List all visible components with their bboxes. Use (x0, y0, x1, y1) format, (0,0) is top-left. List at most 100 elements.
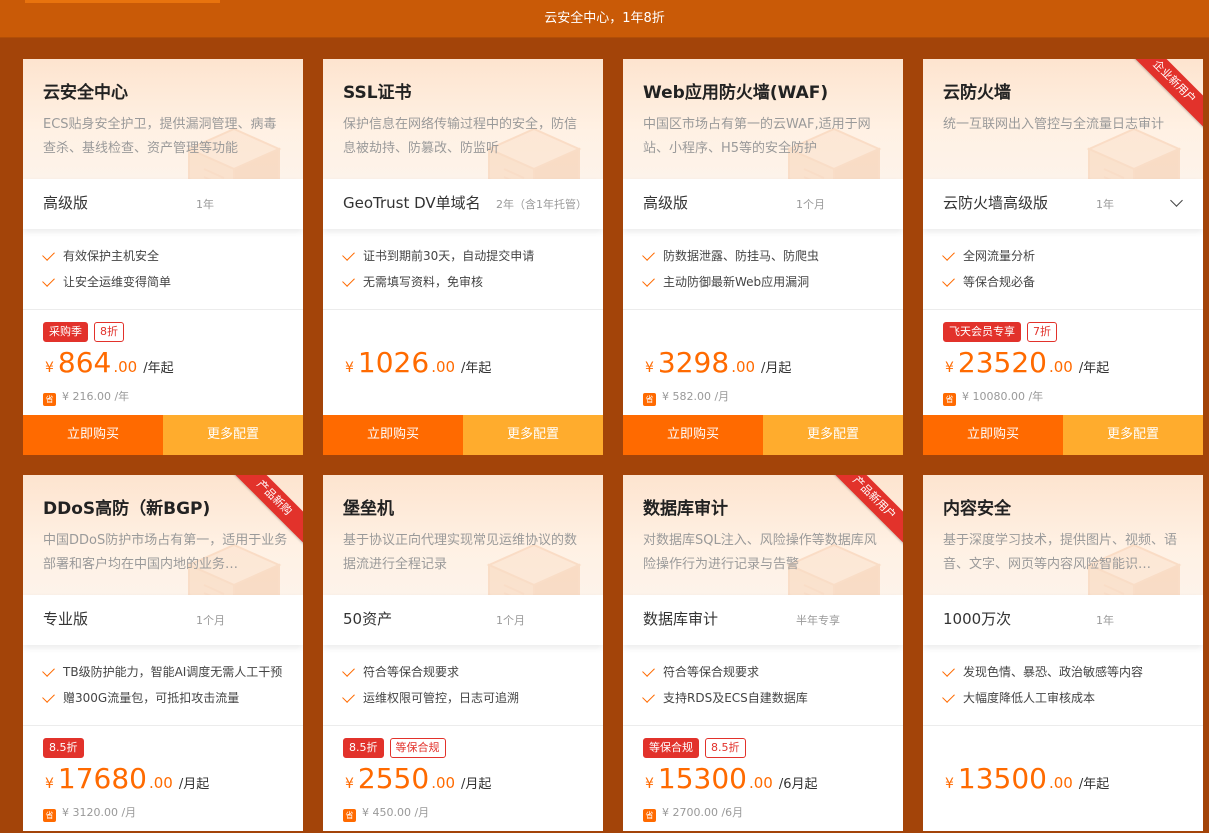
savings: 省 ¥ 582.00 /月 (643, 388, 729, 406)
spec-selector[interactable]: 50资产 1个月 (323, 595, 603, 645)
feature-text: TB级防护能力，智能AI调度无需人工干预 (63, 665, 283, 679)
spec-selector[interactable]: 专业版 1个月 (23, 595, 303, 645)
product-card: DDoS高防（新BGP) 中国DDoS防护市场占有第一，适用于业务部署和客户均在中… (23, 475, 303, 831)
spec-selector[interactable]: 1000万次 1年 (923, 595, 1203, 645)
spec-duration: 1年 (1096, 614, 1114, 627)
check-icon (342, 690, 355, 703)
promo-tag: 等保合规 (389, 738, 446, 758)
card-title[interactable]: 内容安全 (943, 494, 1011, 519)
feature-text: 证书到期前30天，自动提交申请 (363, 249, 535, 263)
feature-item: TB级防护能力，智能AI调度无需人工干预 (23, 663, 303, 689)
currency-symbol: ¥ (345, 360, 354, 376)
card-title[interactable]: 云防火墙 (943, 78, 1011, 103)
promo-tag: 采购季 (43, 322, 88, 342)
currency-symbol: ¥ (645, 360, 654, 376)
card-header: SSL证书 保护信息在网络传输过程中的安全，防信息被劫持、防篡改、防监听 (323, 59, 603, 179)
feature-item: 证书到期前30天，自动提交申请 (323, 247, 603, 273)
savings: 省 ¥ 216.00 /年 (43, 388, 129, 406)
card-title[interactable]: SSL证书 (343, 78, 412, 103)
feature-item: 防数据泄露、防挂马、防爬虫 (623, 247, 903, 273)
feature-list: 符合等保合规要求 支持RDS及ECS自建数据库 (623, 645, 903, 726)
buy-now-button[interactable]: 立即购买 (23, 415, 163, 455)
spec-selector[interactable]: 云防火墙高级版 1年 (923, 179, 1203, 229)
feature-item: 支持RDS及ECS自建数据库 (623, 689, 903, 715)
feature-text: 无需填写资料，免审核 (363, 275, 484, 289)
feature-text: 让安全运维变得简单 (63, 275, 172, 289)
price-unit: /6月起 (778, 777, 818, 792)
feature-item: 运维权限可管控，日志可追溯 (323, 689, 603, 715)
check-icon (42, 664, 55, 677)
savings: 省 ¥ 10080.00 /年 (943, 388, 1043, 406)
product-card: 内容安全 基于深度学习技术，提供图片、视频、语音、文字、网页等内容风险智能识… 10… (923, 475, 1203, 831)
currency-symbol: ¥ (645, 776, 654, 792)
feature-list: TB级防护能力，智能AI调度无需人工干预 赠300G流量包，可抵扣攻击流量 (23, 645, 303, 726)
buy-now-button[interactable]: 立即购买 (623, 415, 763, 455)
spec-selector[interactable]: 高级版 1个月 (623, 179, 903, 229)
buy-now-button[interactable]: 立即购买 (923, 415, 1063, 455)
card-title[interactable]: 数据库审计 (643, 494, 728, 519)
price-unit: /年起 (1078, 777, 1110, 792)
savings: 省 ¥ 2700.00 /6月 (643, 804, 743, 822)
feature-item: 让安全运维变得简单 (23, 273, 303, 299)
spec-name: 高级版 (43, 194, 89, 212)
feature-item: 有效保护主机安全 (23, 247, 303, 273)
chevron-down-icon[interactable] (1170, 194, 1183, 207)
promo-tag: 8.5折 (43, 738, 84, 758)
price: ¥13500.00/年起 (945, 762, 1109, 795)
spec-selector[interactable]: GeoTrust DV单域名 2年（含1年托管） (323, 179, 603, 229)
price-decimal: .00 (149, 774, 173, 792)
spec-name: 1000万次 (943, 610, 1012, 628)
spec-selector[interactable]: 高级版 1年 (23, 179, 303, 229)
check-icon (942, 664, 955, 677)
product-card: 云防火墙 统一互联网出入管控与全流量日志审计 企业新用户 云防火墙高级版 1年 全网流量分… (923, 59, 1203, 455)
price-integer: 15300 (657, 762, 747, 795)
price-decimal: .00 (113, 358, 138, 376)
feature-text: 支持RDS及ECS自建数据库 (663, 691, 808, 705)
currency-symbol: ¥ (945, 360, 954, 376)
price-area: 采购季 8折 ¥864.00/年起省 ¥ 216.00 /年 (23, 310, 303, 415)
feature-item: 发现色情、暴恐、政治敏感等内容 (923, 663, 1203, 689)
feature-text: 运维权限可管控，日志可追溯 (363, 691, 520, 705)
promo-tags: 8.5折 等保合规 (343, 738, 452, 758)
currency-symbol: ¥ (345, 776, 354, 792)
price-decimal: .00 (431, 358, 456, 376)
feature-text: 符合等保合规要求 (363, 665, 460, 679)
price-area: 等保合规 8.5折 ¥15300.00/6月起省 ¥ 2700.00 /6月 (623, 726, 903, 831)
spec-name: 高级版 (643, 194, 689, 212)
check-icon (42, 274, 55, 287)
feature-item: 符合等保合规要求 (323, 663, 603, 689)
price-decimal: .00 (749, 774, 773, 792)
buy-now-button[interactable]: 立即购买 (323, 415, 463, 455)
price-decimal: .00 (431, 774, 456, 792)
spec-duration: 2年（含1年托管） (496, 198, 587, 211)
save-icon: 省 (943, 393, 956, 406)
card-header: 内容安全 基于深度学习技术，提供图片、视频、语音、文字、网页等内容风险智能识… (923, 475, 1203, 595)
spec-name: 数据库审计 (643, 610, 719, 628)
check-icon (42, 690, 55, 703)
price: ¥2550.00/月起 (345, 762, 491, 795)
feature-text: 全网流量分析 (963, 249, 1036, 263)
check-icon (942, 248, 955, 261)
product-card: 数据库审计 对数据库SQL注入、风险操作等数据库风险操作行为进行记录与告警 产品新用… (623, 475, 903, 831)
spec-name: GeoTrust DV单域名 (343, 194, 481, 212)
feature-list: 有效保护主机安全让安全运维变得简单 (23, 229, 303, 310)
check-icon (642, 248, 655, 261)
card-title[interactable]: 云安全中心 (43, 78, 128, 103)
card-title[interactable]: DDoS高防（新BGP) (43, 494, 210, 519)
card-title[interactable]: Web应用防火墙(WAF) (643, 78, 828, 103)
banner-accent (25, 0, 220, 3)
feature-list: 证书到期前30天，自动提交申请 无需填写资料，免审核 (323, 229, 603, 310)
more-config-button[interactable]: 更多配置 (463, 415, 603, 455)
more-config-button[interactable]: 更多配置 (1063, 415, 1203, 455)
promo-tag: 7折 (1027, 322, 1057, 342)
spec-duration: 1年 (1096, 198, 1114, 211)
price-decimal: .00 (1049, 774, 1073, 792)
more-config-button[interactable]: 更多配置 (163, 415, 303, 455)
card-title[interactable]: 堡垒机 (343, 494, 394, 519)
more-config-button[interactable]: 更多配置 (763, 415, 903, 455)
card-description: 中国DDoS防护市场占有第一，适用于业务部署和客户均在中国内地的业务… (43, 533, 288, 572)
spec-selector[interactable]: 数据库审计 半年专享 (623, 595, 903, 645)
feature-list: 防数据泄露、防挂马、防爬虫 主动防御最新Web应用漏洞 (623, 229, 903, 310)
promo-tag: 8.5折 (343, 738, 384, 758)
save-icon: 省 (643, 393, 656, 406)
